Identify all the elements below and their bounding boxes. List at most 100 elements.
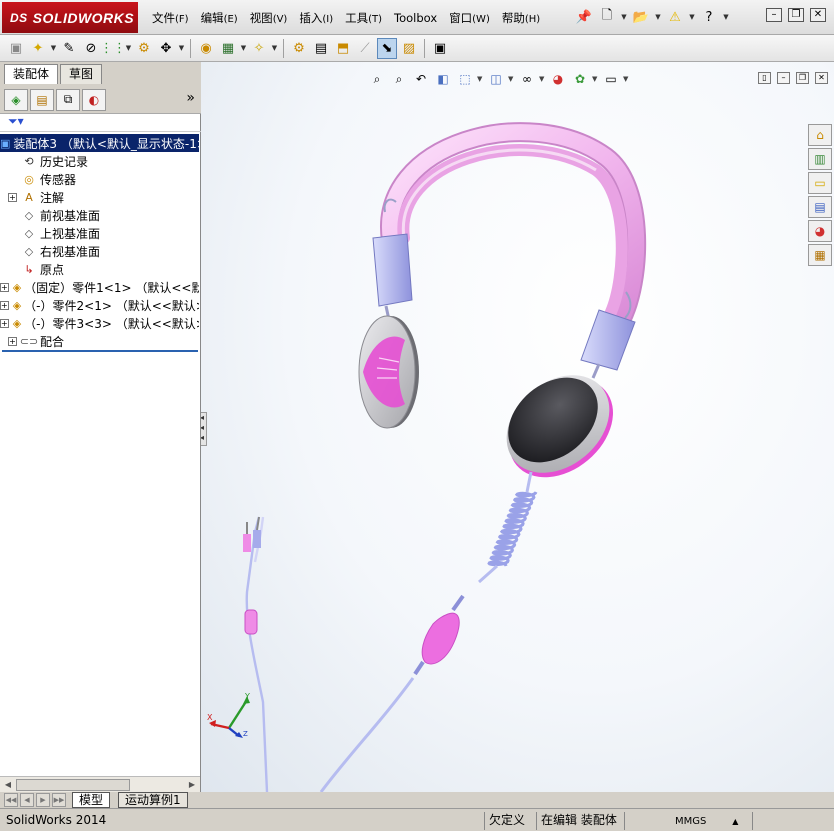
help-icon[interactable]: ? bbox=[699, 6, 719, 28]
right-slider[interactable] bbox=[580, 309, 636, 379]
tree-root-assembly[interactable]: ▣ 装配体3 （默认<默认_显示状态-1>） bbox=[0, 134, 199, 152]
menu-tools[interactable]: 工具(T) bbox=[339, 10, 388, 26]
minimize-icon[interactable]: – bbox=[766, 8, 782, 22]
appearances-icon[interactable]: ◕ bbox=[808, 220, 832, 242]
viewport-split-icon[interactable]: ▯ bbox=[758, 72, 771, 84]
headband[interactable] bbox=[380, 122, 647, 330]
instant3d-icon[interactable]: ⬊ bbox=[377, 37, 397, 59]
tab-sketch[interactable]: 草图 bbox=[60, 64, 103, 84]
new-part-icon[interactable]: ✦ bbox=[28, 38, 48, 59]
split-cable[interactable] bbox=[243, 516, 269, 792]
chevron-down-icon[interactable]: ▼ bbox=[50, 44, 57, 52]
chevron-down-icon[interactable]: ▼ bbox=[477, 75, 484, 83]
new-motion-study-icon[interactable]: ⚙ bbox=[289, 38, 309, 59]
hide-show-items-icon[interactable]: ∞ bbox=[517, 70, 537, 88]
menu-file[interactable]: 文件(F) bbox=[146, 10, 195, 26]
tab-model[interactable]: 模型 bbox=[72, 792, 111, 808]
filter-icon[interactable]: ⏷▾ bbox=[8, 114, 24, 128]
chevron-down-icon[interactable]: ▼ bbox=[688, 13, 696, 21]
bill-of-materials-icon[interactable]: ▤ bbox=[311, 38, 331, 59]
chevron-down-icon[interactable]: ▼ bbox=[539, 75, 546, 83]
inline-controller[interactable] bbox=[413, 594, 465, 676]
previous-view-icon[interactable]: ↶ bbox=[411, 70, 431, 88]
zoom-to-area-icon[interactable]: ⌕ bbox=[389, 70, 409, 88]
zoom-to-fit-icon[interactable]: ⌕ bbox=[367, 70, 387, 88]
first-tab-icon[interactable]: ◀◀ bbox=[4, 793, 18, 807]
reference-geometry-icon[interactable]: ✧ bbox=[249, 38, 269, 59]
scroll-right-icon[interactable]: ▶ bbox=[186, 779, 198, 791]
prev-tab-icon[interactable]: ◀ bbox=[20, 793, 34, 807]
pin-icon[interactable]: 📌 bbox=[574, 6, 594, 28]
restore-icon[interactable]: ❐ bbox=[788, 8, 804, 22]
assembly-features-icon[interactable]: ▦ bbox=[218, 38, 238, 59]
expand-icon[interactable]: + bbox=[0, 318, 9, 328]
chevron-down-icon[interactable]: ▼ bbox=[508, 75, 515, 83]
tree-item[interactable]: ◇ 右视基准面 bbox=[0, 242, 199, 260]
edit-appearance-icon[interactable]: ◕ bbox=[548, 70, 568, 88]
view-palette-icon[interactable]: ▤ bbox=[808, 196, 832, 218]
menu-toolbox[interactable]: Toolbox bbox=[388, 11, 443, 25]
close-icon[interactable]: ✕ bbox=[810, 8, 826, 22]
snapshot-icon[interactable]: ▣ bbox=[430, 38, 450, 59]
open-folder-icon[interactable]: 📂 bbox=[631, 6, 651, 28]
tab-motion-study[interactable]: 运动算例1 bbox=[118, 792, 188, 808]
chevron-down-icon[interactable]: ▼ bbox=[722, 13, 730, 21]
file-explorer-icon[interactable]: ▭ bbox=[808, 172, 832, 194]
chevron-down-icon[interactable]: ▼ bbox=[620, 13, 628, 21]
scroll-left-icon[interactable]: ◀ bbox=[2, 779, 14, 791]
linear-pattern-icon[interactable]: ⋮⋮ bbox=[100, 38, 126, 59]
mate-icon[interactable]: ⊘ bbox=[81, 38, 101, 59]
smart-fastener-icon[interactable]: ⚙ bbox=[134, 38, 154, 59]
tree-item[interactable]: +◈（-）零件2<1> （默认<<默认>_显示状态 1>） bbox=[0, 296, 199, 314]
main-cable[interactable] bbox=[319, 677, 415, 792]
view-orientation-icon[interactable]: ⬚ bbox=[455, 70, 475, 88]
chevron-down-icon[interactable]: ▼ bbox=[592, 75, 599, 83]
menu-view[interactable]: 视图(V) bbox=[244, 10, 294, 26]
scrollbar-thumb[interactable] bbox=[16, 779, 130, 791]
design-library-icon[interactable]: ▥ bbox=[808, 148, 832, 170]
viewport-restore-icon[interactable]: ❐ bbox=[796, 72, 809, 84]
menu-help[interactable]: 帮助(H) bbox=[496, 10, 546, 26]
units-selector[interactable]: MMGS ▲ bbox=[624, 812, 744, 830]
section-view-icon[interactable]: ◧ bbox=[433, 70, 453, 88]
right-ear-cup[interactable] bbox=[487, 355, 632, 497]
chevron-down-icon[interactable]: ▼ bbox=[178, 44, 185, 52]
menu-edit[interactable]: 编辑(E) bbox=[195, 10, 244, 26]
more-icon[interactable]: » bbox=[186, 90, 195, 106]
left-ear-cup[interactable] bbox=[358, 315, 419, 429]
chevron-down-icon[interactable]: ▼ bbox=[125, 44, 132, 52]
horizontal-scrollbar[interactable]: ◀ ▶ bbox=[0, 776, 200, 792]
expand-icon[interactable]: + bbox=[0, 282, 9, 292]
display-manager-icon[interactable]: ◐ bbox=[82, 88, 106, 111]
apply-scene-icon[interactable]: ✿ bbox=[570, 70, 590, 88]
expand-icon[interactable]: + bbox=[8, 336, 17, 346]
expand-icon[interactable]: + bbox=[8, 192, 17, 202]
menu-window[interactable]: 窗口(W) bbox=[443, 10, 496, 26]
chevron-up-icon[interactable]: ▲ bbox=[732, 817, 738, 826]
custom-properties-icon[interactable]: ▦ bbox=[808, 244, 832, 266]
tab-assembly[interactable]: 装配体 bbox=[4, 64, 59, 84]
tree-item[interactable]: ↳ 原点 bbox=[0, 260, 199, 278]
tree-item[interactable]: +◈（-）零件3<3> （默认<<默认>_显示状态 1>） bbox=[0, 314, 199, 332]
display-style-icon[interactable]: ◫ bbox=[486, 70, 506, 88]
tree-item[interactable]: ◇ 前视基准面 bbox=[0, 206, 199, 224]
new-document-icon[interactable]: 🗋 bbox=[597, 6, 617, 28]
move-component-icon[interactable]: ✥ bbox=[156, 38, 176, 59]
menu-insert[interactable]: 插入(I) bbox=[293, 10, 339, 26]
chevron-down-icon[interactable]: ▼ bbox=[240, 44, 247, 52]
property-manager-icon[interactable]: ▤ bbox=[30, 88, 54, 111]
panel-collapse-handle[interactable]: ◂ ◂ ◂ bbox=[201, 412, 207, 446]
exploded-view-icon[interactable]: ⬒ bbox=[333, 38, 353, 59]
solidworks-logo[interactable]: DS SOLIDWORKS bbox=[2, 2, 138, 33]
view-settings-icon[interactable]: ▭ bbox=[601, 70, 621, 88]
left-slider[interactable] bbox=[372, 233, 413, 321]
tree-item[interactable]: ◎ 传感器 bbox=[0, 170, 199, 188]
tree-item[interactable]: +◈（固定）零件1<1> （默认<<默认>_显示状态 1>） bbox=[0, 278, 199, 296]
expand-icon[interactable]: + bbox=[0, 300, 9, 310]
tree-item[interactable]: ⟲ 历史记录 bbox=[0, 152, 199, 170]
viewport-minimize-icon[interactable]: – bbox=[777, 72, 790, 84]
chevron-down-icon[interactable]: ▼ bbox=[623, 75, 630, 83]
warning-icon[interactable]: ⚠ bbox=[665, 6, 685, 28]
speedpak-icon[interactable]: ▨ bbox=[399, 38, 419, 59]
explode-line-sketch-icon[interactable]: ⟋ bbox=[355, 38, 375, 59]
